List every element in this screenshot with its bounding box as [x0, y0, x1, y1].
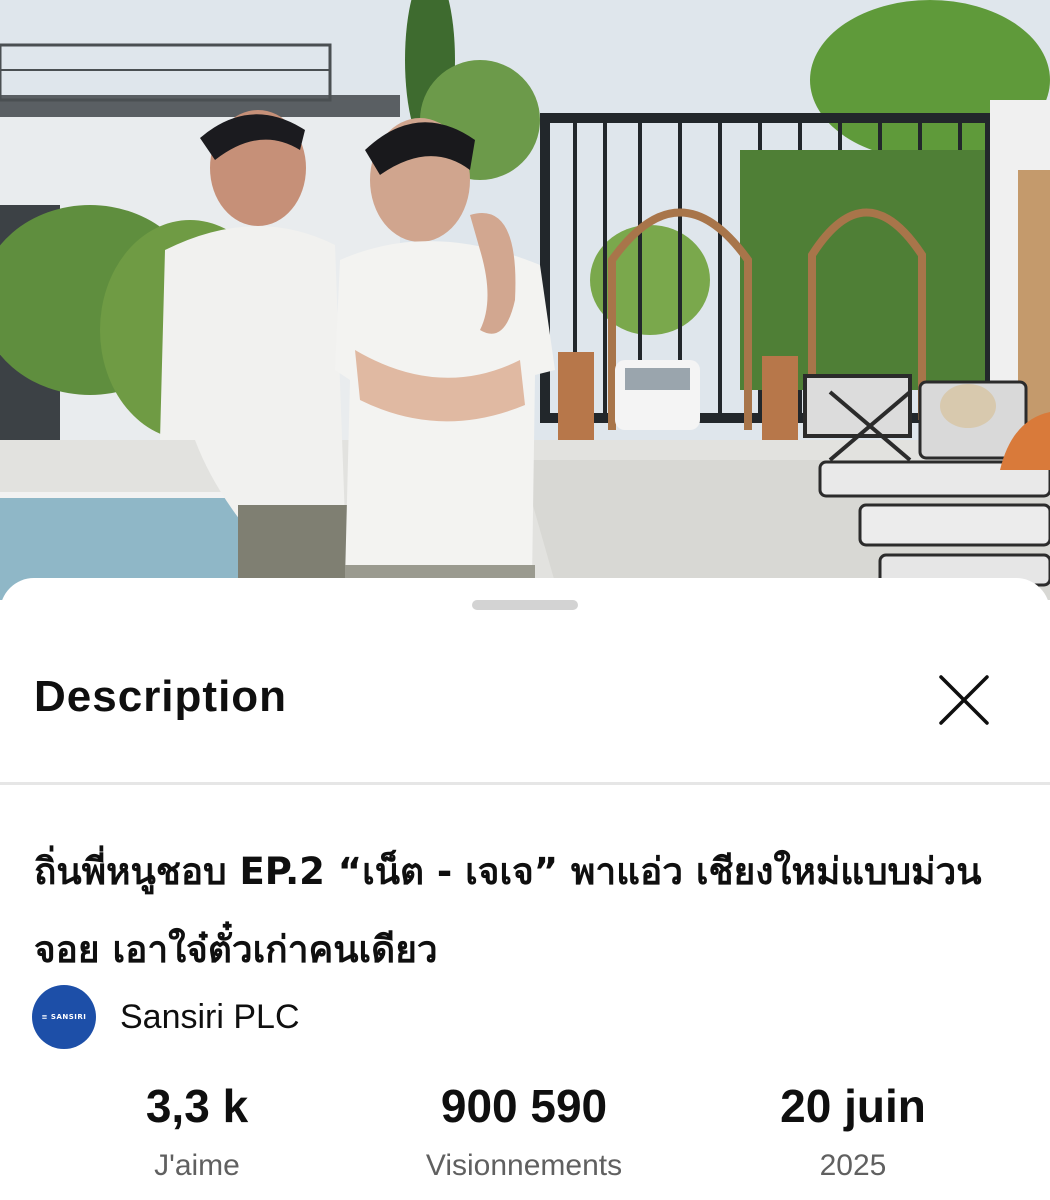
screen: Description ถิ่นพี่หนูชอบ EP.2 “เน็ต - เ… [0, 0, 1050, 1200]
date-stat: 20 juin 2025 [688, 1076, 1018, 1184]
views-count: 900 590 [440, 1080, 608, 1132]
video-frame-illustration [0, 0, 1050, 600]
publish-year: 2025 [819, 1149, 887, 1182]
likes-count: 3,3 k [145, 1080, 249, 1132]
likes-stat: 3,3 k J'aime [32, 1076, 362, 1184]
views-stat: 900 590 Visionnements [359, 1076, 689, 1184]
channel-avatar[interactable]: ≡ SANSIRI [32, 985, 96, 1049]
channel-name[interactable]: Sansiri PLC [120, 998, 300, 1037]
close-button[interactable] [926, 662, 1002, 738]
views-label: Visionnements [425, 1149, 623, 1182]
channel-link[interactable]: ≡ SANSIRI Sansiri PLC [32, 984, 300, 1050]
publish-date: 20 juin [780, 1080, 926, 1132]
video-stats: 3,3 k J'aime 900 590 Visionnements 20 ju… [0, 1076, 1050, 1196]
close-icon [939, 675, 989, 725]
sheet-title: Description [34, 672, 288, 721]
video-title: ถิ่นพี่หนูชอบ EP.2 “เน็ต - เจเจ” พาแอ่ว … [34, 850, 982, 971]
video-player[interactable] [0, 0, 1050, 600]
drag-handle[interactable] [472, 600, 578, 610]
description-sheet: Description ถิ่นพี่หนูชอบ EP.2 “เน็ต - เ… [0, 578, 1050, 1200]
divider [0, 782, 1050, 785]
likes-label: J'aime [154, 1149, 240, 1182]
